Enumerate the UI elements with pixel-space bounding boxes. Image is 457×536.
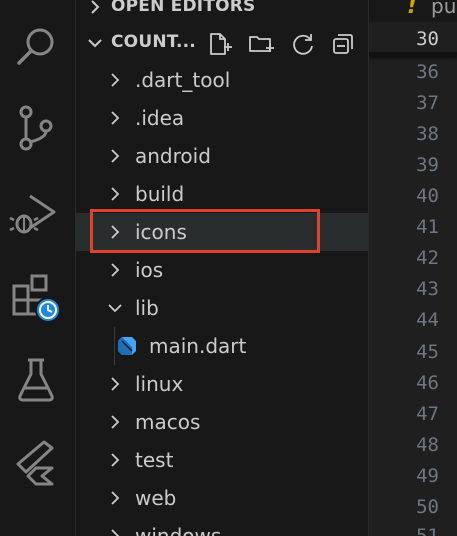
chevron-right-icon: [111, 111, 120, 125]
tree-item-label: icons: [135, 220, 187, 244]
line-number: 38: [416, 123, 439, 145]
line-number: 50: [416, 496, 439, 518]
chevron-down-icon: [108, 304, 122, 313]
line-number: 47: [416, 403, 439, 425]
activity-bar: [0, 0, 76, 536]
tree-item-label: windows: [135, 524, 222, 536]
line-number: 43: [416, 278, 439, 300]
search-icon[interactable]: [8, 18, 64, 74]
tree-folder-icons[interactable]: icons: [76, 213, 368, 251]
open-editors-title: OPEN EDITORS: [111, 0, 256, 16]
tree-folder-android[interactable]: android: [76, 137, 368, 175]
editor-tab-strip: ! pu: [369, 0, 457, 22]
chevron-right-icon: [111, 187, 120, 201]
run-debug-icon[interactable]: [8, 186, 64, 242]
tree-item-label: test: [135, 448, 174, 472]
line-number: 37: [416, 92, 439, 114]
tree-folder-macos[interactable]: macos: [76, 403, 368, 441]
line-number: 45: [416, 341, 439, 363]
line-number: 49: [416, 465, 439, 487]
chevron-right-icon: [111, 377, 120, 391]
tree-item-label: macos: [135, 410, 201, 434]
line-number: 51: [416, 525, 439, 536]
tree-item-label: ios: [135, 258, 164, 282]
editor-tab-label[interactable]: pu: [431, 0, 456, 18]
tree-folder-idea[interactable]: .idea: [76, 99, 368, 137]
folder-title: COUNT...: [111, 32, 196, 52]
flutter-icon[interactable]: [8, 434, 64, 490]
editor-gutter: ! pu 30 36 37 38 39 40 41 42 43 44 45 46…: [368, 0, 457, 536]
chevron-right-icon: [111, 263, 120, 277]
chevron-right-icon: [111, 453, 120, 467]
explorer-sidebar: OPEN EDITORS COUNT... .dart_tool .idea a…: [76, 0, 368, 536]
chevron-right-icon: [111, 149, 120, 163]
testing-flask-icon[interactable]: [8, 352, 64, 408]
tree-item-label: web: [135, 486, 177, 510]
line-number: 42: [416, 247, 439, 269]
chevron-right-icon: [111, 73, 120, 87]
tree-folder-lib[interactable]: lib: [76, 289, 368, 327]
collapse-all-icon[interactable]: [330, 31, 356, 57]
source-control-icon[interactable]: [8, 100, 64, 156]
folder-header[interactable]: COUNT...: [76, 28, 368, 58]
sticky-line-number: 30: [416, 28, 439, 50]
tree-item-label: .idea: [135, 106, 185, 130]
tree-item-label: lib: [135, 296, 159, 320]
line-number: 48: [416, 434, 439, 456]
tree-folder-test[interactable]: test: [76, 441, 368, 479]
chevron-right-icon: [111, 491, 120, 505]
new-folder-icon[interactable]: [248, 31, 274, 57]
tree-folder-dart-tool[interactable]: .dart_tool: [76, 61, 368, 99]
line-number: 40: [416, 185, 439, 207]
new-file-icon[interactable]: [206, 31, 232, 57]
line-number: 44: [416, 309, 439, 331]
tree-folder-windows[interactable]: windows: [76, 517, 368, 536]
chevron-right-icon: [91, 0, 100, 14]
refresh-icon[interactable]: [290, 31, 316, 57]
tree-folder-linux[interactable]: linux: [76, 365, 368, 403]
chevron-right-icon: [111, 529, 120, 536]
tree-folder-build[interactable]: build: [76, 175, 368, 213]
tree-item-label: main.dart: [149, 334, 247, 358]
tree-folder-web[interactable]: web: [76, 479, 368, 517]
dart-file-icon: [118, 337, 136, 355]
line-number: 46: [416, 372, 439, 394]
tree-item-label: .dart_tool: [135, 68, 231, 92]
open-editors-header[interactable]: OPEN EDITORS: [76, 0, 368, 22]
extensions-clock-icon[interactable]: [8, 268, 64, 324]
tree-file-main-dart[interactable]: main.dart: [76, 327, 368, 365]
chevron-down-icon: [88, 39, 102, 48]
tree-item-label: build: [135, 182, 185, 206]
line-number: 36: [416, 61, 439, 83]
tree-folder-ios[interactable]: ios: [76, 251, 368, 289]
tree-item-label: android: [135, 144, 211, 168]
sticky-scroll-separator: [369, 52, 457, 56]
chevron-right-icon: [111, 415, 120, 429]
line-number: 41: [416, 216, 439, 238]
warning-icon: !: [407, 0, 418, 19]
line-number: 39: [416, 154, 439, 176]
tree-item-label: linux: [135, 372, 184, 396]
chevron-right-icon: [111, 225, 120, 239]
